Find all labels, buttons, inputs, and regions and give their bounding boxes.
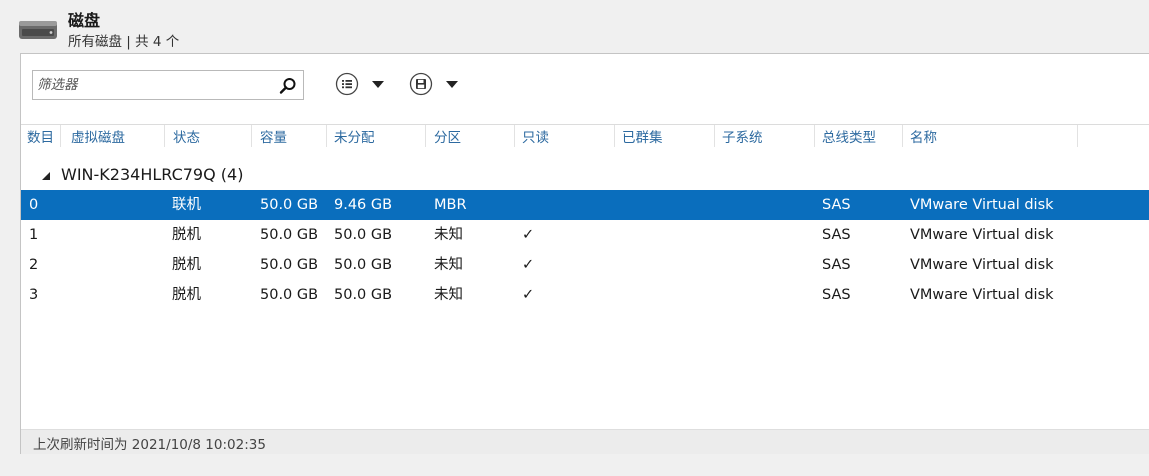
col-partition[interactable]: 分区 [426,125,515,147]
cell-capacity: 50.0 GB [260,287,319,303]
cell-bus-type: SAS [822,257,851,273]
chevron-down-icon [446,81,458,88]
cell-capacity: 50.0 GB [260,197,319,213]
server-group-label: WIN-K234HLRC79Q (4) [61,165,244,184]
status-bar: 上次刷新时间为 2021/10/8 10:02:35 [21,429,1149,454]
cell-unallocated: 50.0 GB [334,257,393,273]
cell-unallocated: 9.46 GB [334,197,393,213]
page-subtitle: 所有磁盘 | 共 4 个 [68,34,180,50]
page-header: 磁盘 所有磁盘 | 共 4 个 [0,0,1149,52]
col-name[interactable]: 名称 [903,125,1078,147]
cell-readonly: ✓ [522,287,535,303]
view-options-button[interactable] [335,72,391,98]
cell-unallocated: 50.0 GB [334,287,393,303]
cell-readonly: ✓ [522,227,535,243]
cell-name: VMware Virtual disk [910,287,1054,303]
filter-box[interactable] [32,70,304,100]
collapse-triangle-icon[interactable] [41,171,51,181]
cell-number: 2 [29,257,39,273]
col-bus-type[interactable]: 总线类型 [815,125,903,147]
table-row[interactable]: 1 脱机 50.0 GB 50.0 GB 未知 ✓ SAS VMware Virtual di… [21,220,1149,250]
cell-status: 脱机 [172,257,201,273]
table-row[interactable]: 3 脱机 50.0 GB 50.0 GB 未知 ✓ SAS VMware Virtual di… [21,280,1149,310]
cell-bus-type: SAS [822,227,851,243]
chevron-down-icon [372,81,384,88]
col-status[interactable]: 状态 [165,125,252,147]
cell-capacity: 50.0 GB [260,227,319,243]
disk-panel: 数目 虚拟磁盘 状态 容量 未分配 分区 只读 已群集 子系统 总线类型 名称 … [20,53,1149,454]
filter-input[interactable] [37,74,273,96]
cell-readonly: ✓ [522,257,535,273]
last-refresh-text: 上次刷新时间为 2021/10/8 10:02:35 [33,437,266,453]
cell-number: 0 [29,197,39,213]
cell-status: 联机 [172,197,201,213]
cell-unallocated: 50.0 GB [334,227,393,243]
col-capacity[interactable]: 容量 [252,125,327,147]
col-clustered[interactable]: 已群集 [615,125,715,147]
cell-partition: 未知 [434,287,463,303]
cell-bus-type: SAS [822,197,851,213]
col-unallocated[interactable]: 未分配 [327,125,426,147]
col-subsystem[interactable]: 子系统 [715,125,815,147]
cell-capacity: 50.0 GB [260,257,319,273]
cell-status: 脱机 [172,287,201,303]
page-title: 磁盘 [68,11,101,30]
cell-number: 3 [29,287,39,303]
table-row[interactable]: 2 脱机 50.0 GB 50.0 GB 未知 ✓ SAS VMware Virtual di… [21,250,1149,280]
cell-status: 脱机 [172,227,201,243]
cell-name: VMware Virtual disk [910,197,1054,213]
cell-name: VMware Virtual disk [910,227,1054,243]
list-view-icon [335,72,359,96]
save-icon [409,72,433,96]
table-row[interactable]: 0 联机 50.0 GB 9.46 GB MBR SAS VMware Virtual di… [21,190,1149,220]
disk-drive-icon [19,21,57,39]
cell-number: 1 [29,227,39,243]
col-virtual-disk[interactable]: 虚拟磁盘 [61,125,165,147]
cell-partition: 未知 [434,227,463,243]
cell-partition: 未知 [434,257,463,273]
search-icon[interactable] [279,77,297,95]
save-options-button[interactable] [409,72,465,98]
cell-bus-type: SAS [822,287,851,303]
col-number[interactable]: 数目 [21,125,61,147]
col-readonly[interactable]: 只读 [515,125,615,147]
cell-partition: MBR [434,197,467,213]
cell-name: VMware Virtual disk [910,257,1054,273]
column-headers: 数目 虚拟磁盘 状态 容量 未分配 分区 只读 已群集 子系统 总线类型 名称 [21,124,1149,153]
